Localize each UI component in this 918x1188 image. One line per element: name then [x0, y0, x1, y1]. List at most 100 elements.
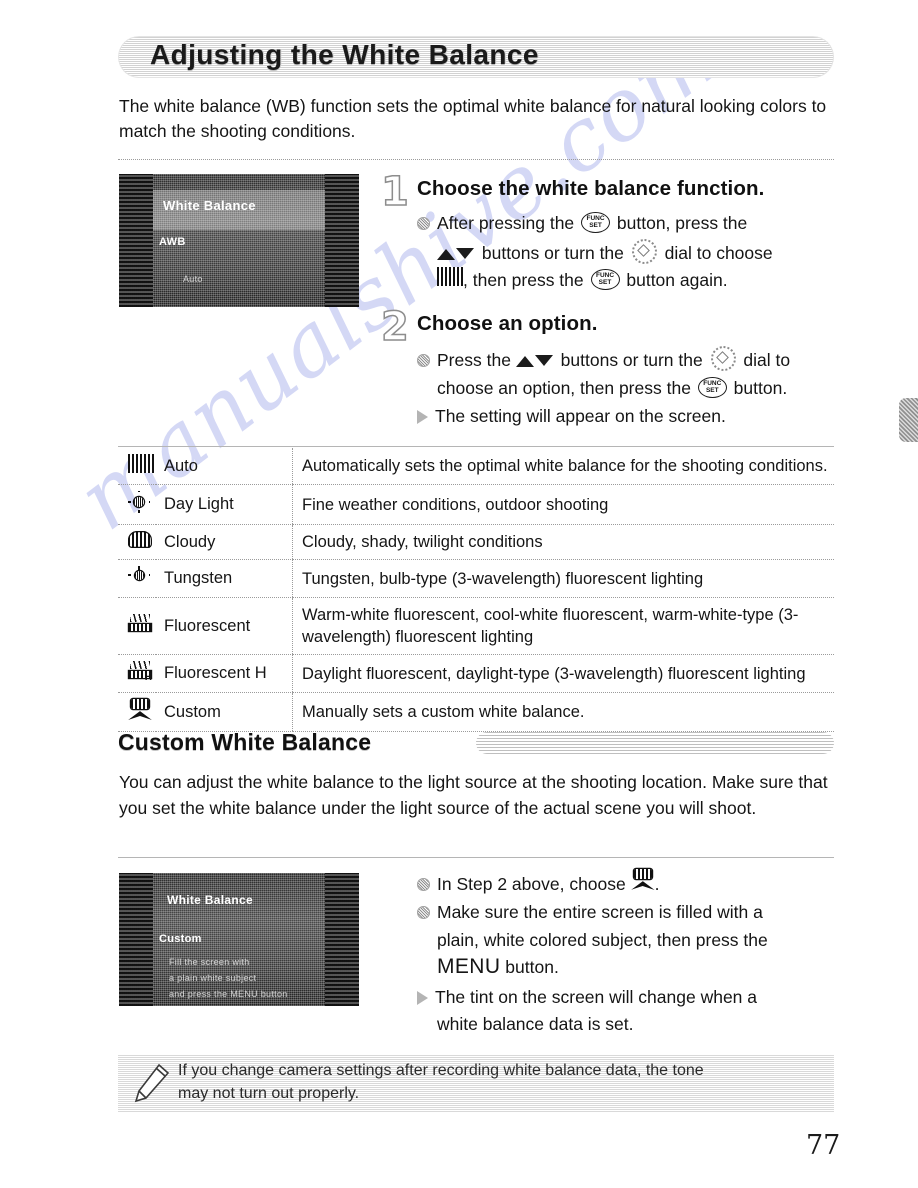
white-balance-options-table: Auto Automatically sets the optimal whit…	[118, 448, 834, 732]
step-2-heading: Choose an option.	[417, 312, 598, 335]
wb-option-description: Automatically sets the optimal white bal…	[292, 448, 834, 485]
lcd-option-step1: Auto	[183, 274, 203, 284]
custom-text-e: button.	[500, 957, 559, 977]
subsection-decor-bar	[476, 732, 834, 754]
pencil-icon	[134, 1063, 170, 1103]
up-arrow-icon	[515, 356, 534, 367]
func-set-button-icon: FUNC SET	[581, 212, 611, 233]
custom-text-a: In Step 2 above, choose	[437, 874, 631, 894]
awb-icon	[437, 267, 463, 286]
custom-bullet-2-line3: MENU button.	[437, 954, 847, 980]
lcd-side-left	[119, 873, 153, 1006]
bullet-dot-icon	[417, 906, 430, 919]
step2-text-c: dial to	[738, 350, 791, 370]
step2-text-e: button.	[728, 378, 788, 398]
custom-text-f: The tint on the screen will change when …	[435, 987, 757, 1007]
camera-screen-custom-wb: White Balance Custom Fill the screen wit…	[119, 873, 359, 1006]
step2-text-f: The setting will appear on the screen.	[435, 406, 726, 426]
custom-bullet-3: The tint on the screen will change when …	[417, 984, 842, 1010]
wb-option-name: Day Light	[156, 484, 293, 525]
func-set-button-icon: FUNC SET	[697, 377, 727, 398]
lcd-hint-line-2: a plain white subject	[169, 973, 257, 983]
wb-option-name: Auto	[156, 448, 293, 485]
control-dial-icon	[710, 346, 736, 371]
step2-text-d: choose an option, then press the	[437, 378, 696, 398]
table-row: Auto Automatically sets the optimal whit…	[118, 448, 834, 485]
result-triangle-icon	[417, 410, 428, 424]
step-2-number: 2	[380, 304, 409, 350]
control-dial-icon	[631, 239, 657, 264]
table-row: Custom Manually sets a custom white bala…	[118, 692, 834, 732]
table-row: Cloudy Cloudy, shady, twilight condition…	[118, 524, 834, 560]
menu-button-label: MENU	[437, 955, 501, 978]
lcd-side-left	[119, 174, 153, 307]
lcd-title-step1: White Balance	[163, 198, 256, 213]
bullet-dot-icon	[417, 217, 430, 230]
tungsten-icon	[128, 566, 150, 586]
table-row: Tungsten Tungsten, bulb-type (3-waveleng…	[118, 559, 834, 598]
step-1-bullet-2: buttons or turn the dial to choose	[437, 239, 847, 266]
page-title: Adjusting the White Balance	[150, 39, 539, 70]
wb-option-name: Custom	[156, 692, 293, 732]
step1-text-c: buttons or turn the	[477, 243, 629, 263]
fluorescent-icon	[128, 613, 152, 634]
fluorescent-h-icon: H	[128, 661, 152, 683]
step1-text-b: button, press the	[612, 213, 748, 233]
wb-option-description: Cloudy, shady, twilight conditions	[292, 524, 834, 560]
subsection-title: Custom White Balance	[118, 729, 372, 755]
table-row: Day Light Fine weather conditions, outdo…	[118, 484, 834, 525]
custom-icon	[128, 699, 152, 720]
lcd-title-custom: White Balance	[167, 893, 253, 907]
step-2-bullet-3: The setting will appear on the screen.	[417, 403, 837, 429]
step-2-bullet-2: choose an option, then press the FUNC SET…	[437, 375, 847, 401]
lcd-hint-line-1: Fill the screen with	[169, 957, 250, 967]
awb-icon	[128, 454, 154, 473]
step1-text-f: button again.	[621, 270, 728, 290]
custom-text-c: Make sure the entire screen is filled wi…	[437, 902, 763, 922]
lcd-side-right	[325, 873, 359, 1006]
down-arrow-icon	[534, 355, 553, 366]
custom-bullet-2: Make sure the entire screen is filled wi…	[417, 899, 842, 925]
chapter-edge-tab	[899, 398, 918, 442]
step1-text-d: dial to choose	[659, 243, 773, 263]
wb-option-description: Manually sets a custom white balance.	[292, 692, 834, 732]
step-2-bullet-1: Press the buttons or turn the dial to	[417, 346, 837, 373]
custom-bullet-3-line2: white balance data is set.	[437, 1011, 847, 1037]
wb-option-description: Daylight fluorescent, daylight-type (3-w…	[292, 654, 834, 693]
step-1-number: 1	[380, 169, 409, 215]
wb-option-name: Fluorescent	[156, 597, 293, 655]
divider-above-custom-steps	[118, 857, 834, 858]
step-1-bullet-3: , then press the FUNC SET button again.	[437, 267, 847, 293]
table-row: H Fluorescent H Daylight fluorescent, da…	[118, 654, 834, 693]
divider-above-table	[118, 446, 834, 447]
step-1-bullet-1: After pressing the FUNC SET button, press…	[417, 210, 837, 236]
cloudy-icon	[128, 531, 152, 548]
table-row: Fluorescent Warm-white fluorescent, cool…	[118, 597, 834, 655]
func-set-button-icon: FUNC SET	[590, 269, 620, 290]
custom-text-b: .	[654, 874, 660, 894]
lcd-mode-custom: Custom	[159, 933, 202, 945]
subsection-paragraph: You can adjust the white balance to the …	[119, 772, 828, 818]
bullet-dot-icon	[417, 354, 430, 367]
bullet-dot-icon	[417, 878, 430, 891]
step2-text-a: Press the	[437, 350, 516, 370]
divider-above-step-1	[118, 159, 834, 160]
down-arrow-icon	[456, 248, 474, 259]
custom-bullet-2-line2: plain, white colored subject, then press…	[437, 927, 847, 953]
lcd-side-right	[325, 174, 359, 307]
page-number: 77	[806, 1130, 841, 1161]
step-1-heading: Choose the white balance function.	[417, 177, 765, 200]
result-triangle-icon	[417, 991, 428, 1005]
note-line-2: may not turn out properly.	[178, 1085, 360, 1102]
wb-option-name: Cloudy	[156, 524, 293, 560]
wb-option-description: Tungsten, bulb-type (3-wavelength) fluor…	[292, 559, 834, 598]
note-text: If you change camera settings after reco…	[178, 1059, 828, 1105]
note-line-1: If you change camera settings after reco…	[178, 1062, 704, 1079]
wb-option-description: Fine weather conditions, outdoor shootin…	[292, 484, 834, 525]
step1-text-a: After pressing the	[437, 213, 580, 233]
camera-screen-step1: White Balance AWB Auto	[119, 174, 359, 307]
day-light-icon	[128, 491, 150, 513]
lcd-mode-step1: AWB	[159, 236, 186, 248]
custom-bullet-1: In Step 2 above, choose .	[417, 869, 837, 897]
wb-option-description: Warm-white fluorescent, cool-white fluor…	[292, 597, 834, 655]
